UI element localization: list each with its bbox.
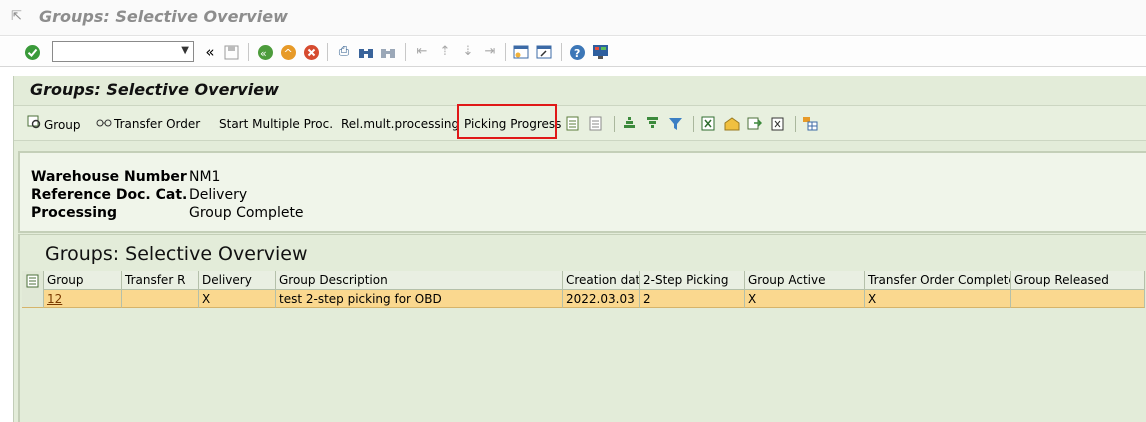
application-toolbar: Group Transfer Order Start Multiple Proc…	[14, 104, 1146, 141]
next-page-icon[interactable]: ⇣	[459, 43, 477, 61]
svg-text:^: ^	[283, 47, 292, 60]
refdoc-value: Delivery	[189, 187, 248, 203]
transfer-order-button[interactable]: Transfer Order	[96, 115, 200, 133]
table-header-row: Group Transfer R Delivery Group Descript…	[22, 271, 1145, 290]
toolbar-separator	[614, 116, 615, 132]
column-header-transfer-order-complete[interactable]: Transfer Order Complete	[865, 271, 1011, 290]
list-title: Groups: Selective Overview	[45, 243, 308, 265]
header-panel: Warehouse Number NM1 Reference Doc. Cat.…	[18, 151, 1146, 233]
column-header-delivery[interactable]: Delivery	[199, 271, 276, 290]
column-header-creation-date[interactable]: Creation date	[563, 271, 640, 290]
cell-delivery[interactable]: X	[199, 290, 276, 308]
svg-text:?: ?	[574, 47, 580, 60]
cell-creation-date[interactable]: 2022.03.03	[563, 290, 640, 308]
list-area: Groups: Selective Overview Group Transfe…	[18, 234, 1146, 422]
warehouse-value: NM1	[189, 169, 221, 185]
print-icon[interactable]: ⎙	[335, 43, 353, 61]
column-header-transfer-r[interactable]: Transfer R	[122, 271, 199, 290]
glasses-icon	[96, 115, 112, 133]
sort-ascending-icon[interactable]	[621, 115, 638, 132]
last-page-icon[interactable]: ⇥	[481, 43, 499, 61]
standard-toolbar: ▼ « « ^ ⎙ ⇤ ⇡ ⇣ ⇥ ?	[0, 37, 1146, 67]
exit-icon[interactable]: ^	[279, 43, 297, 61]
highlight-box	[457, 104, 557, 139]
processing-value: Group Complete	[189, 205, 304, 221]
deselect-all-icon[interactable]	[588, 115, 605, 132]
sort-descending-icon[interactable]	[644, 115, 661, 132]
cell-group-released[interactable]	[1011, 290, 1145, 308]
forward-icon[interactable]	[746, 115, 763, 132]
svg-text:«: «	[260, 47, 267, 60]
window-titlebar: ⇱ Groups: Selective Overview	[0, 0, 1146, 36]
toolbar-separator	[693, 116, 694, 132]
toolbar-separator	[795, 116, 796, 132]
command-field[interactable]: ▼	[52, 41, 194, 62]
warehouse-label: Warehouse Number	[31, 169, 187, 185]
first-page-icon[interactable]: ⇤	[413, 43, 431, 61]
generate-shortcut-icon[interactable]	[535, 43, 553, 61]
find-icon[interactable]	[357, 43, 375, 61]
filter-icon[interactable]	[667, 115, 684, 132]
column-header-group-description[interactable]: Group Description	[276, 271, 563, 290]
group-button[interactable]: Group	[26, 115, 81, 133]
back-icon[interactable]: «	[256, 43, 274, 61]
cell-transfer-r[interactable]	[122, 290, 199, 308]
refdoc-label: Reference Doc. Cat.	[31, 187, 188, 203]
row-selector[interactable]	[22, 290, 44, 308]
collapse-icon[interactable]: «	[201, 43, 219, 61]
group-icon	[26, 115, 42, 134]
cell-2-step-picking[interactable]: 2	[640, 290, 745, 308]
toolbar-separator	[248, 43, 249, 61]
cell-group[interactable]: 12	[44, 290, 122, 308]
table-row[interactable]: 12 X test 2-step picking for OBD 2022.03…	[22, 290, 1145, 308]
layout-icon[interactable]	[802, 115, 819, 132]
toolbar-separator	[327, 43, 328, 61]
save-icon[interactable]	[222, 43, 240, 61]
help-icon[interactable]: ?	[568, 43, 586, 61]
create-session-icon[interactable]	[512, 43, 530, 61]
column-header-group-active[interactable]: Group Active	[745, 271, 865, 290]
screen-area: Groups: Selective Overview Group Transfe…	[13, 76, 1146, 422]
toolbar-separator	[505, 43, 506, 61]
previous-page-icon[interactable]: ⇡	[436, 43, 454, 61]
enter-icon[interactable]	[23, 43, 41, 61]
mail-icon[interactable]	[723, 115, 740, 132]
cell-group-description[interactable]: test 2-step picking for OBD	[276, 290, 563, 308]
select-all-icon[interactable]	[565, 115, 582, 132]
toolbar-separator	[405, 43, 406, 61]
cell-group-active[interactable]: X	[745, 290, 865, 308]
screen-title: Groups: Selective Overview	[30, 80, 279, 99]
export-excel-icon[interactable]	[700, 115, 717, 132]
exit-icon[interactable]: ⇱	[11, 10, 27, 24]
find-next-icon[interactable]	[379, 43, 397, 61]
layout-settings-icon[interactable]	[22, 271, 44, 290]
processing-label: Processing	[31, 205, 118, 221]
column-header-group-released[interactable]: Group Released	[1011, 271, 1145, 290]
column-header-2-step-picking[interactable]: 2-Step Picking	[640, 271, 745, 290]
customize-layout-icon[interactable]	[591, 43, 609, 61]
group-link[interactable]: 12	[47, 292, 62, 306]
rel-mult-processing-button[interactable]: Rel.mult.processing	[341, 115, 459, 133]
start-multiple-proc-button[interactable]: Start Multiple Proc.	[219, 115, 333, 133]
delete-icon[interactable]	[769, 115, 786, 132]
column-header-group[interactable]: Group	[44, 271, 122, 290]
chevron-down-icon[interactable]: ▼	[181, 45, 189, 56]
toolbar-separator	[561, 43, 562, 61]
cancel-icon[interactable]	[302, 43, 320, 61]
cell-transfer-order-complete[interactable]: X	[865, 290, 1011, 308]
window-title: Groups: Selective Overview	[39, 7, 288, 26]
